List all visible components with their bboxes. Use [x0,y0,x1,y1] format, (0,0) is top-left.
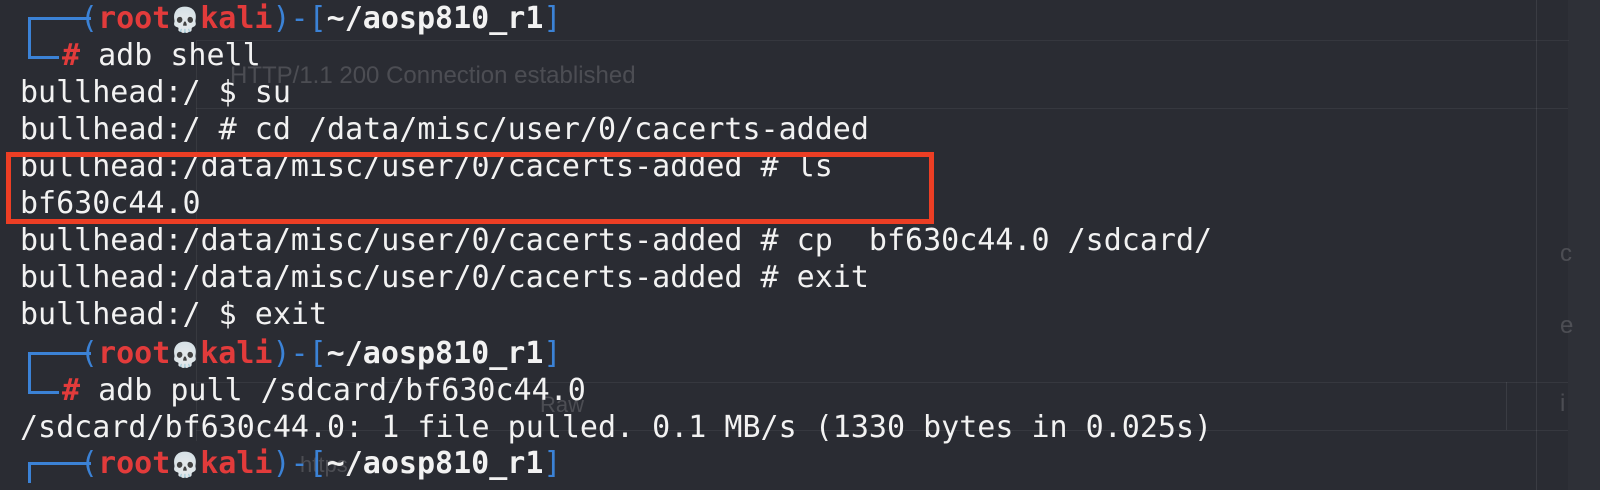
output-line: /sdcard/bf630c44.0: 1 file pulled. 0.1 M… [20,410,1213,445]
skull-icon: 💀 [170,341,201,369]
skull-icon: 💀 [170,6,201,34]
output-line: bullhead:/ # cd /data/misc/user/0/cacert… [20,112,869,147]
terminal-window[interactable]: HTTP/1.1 200 Connection established Raw … [0,0,1600,490]
output-line: bullhead:/data/misc/user/0/cacerts-added… [20,260,869,295]
background-divider [1506,382,1507,430]
highlight-annotation-box [6,152,934,224]
prompt-header: (root💀kali)-[~/aosp810_r1] [80,336,562,371]
background-divider [196,108,1568,109]
prompt-header: (root💀kali)-[~/aosp810_r1] [80,446,562,481]
prompt-header: (root💀kali)-[~/aosp810_r1] [80,1,562,36]
output-line: bullhead:/ $ su [20,75,291,110]
background-scroll-area [1568,0,1600,490]
skull-icon: 💀 [170,451,201,479]
prompt-box-line [28,373,59,394]
background-divider [1536,0,1537,490]
prompt-command: # adb pull /sdcard/bf630c44.0 [62,373,586,408]
output-line: bullhead:/data/misc/user/0/cacerts-added… [20,223,1213,258]
prompt-box-line [28,38,59,59]
prompt-command: # adb shell [62,38,261,73]
output-line: bullhead:/ $ exit [20,297,328,332]
background-side-char: i [1560,390,1566,417]
